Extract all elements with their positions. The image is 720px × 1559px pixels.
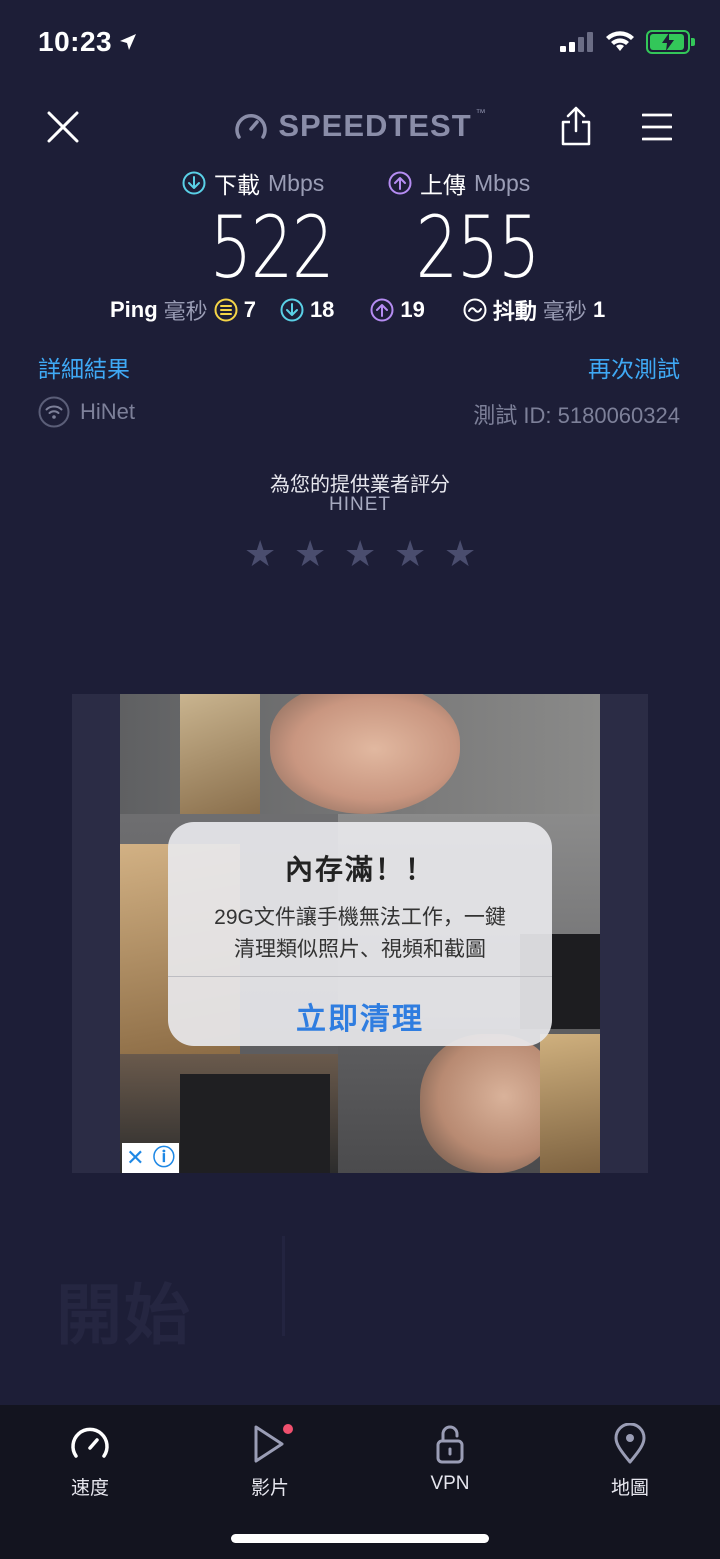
- upload-value: 255: [415, 198, 541, 298]
- battery-icon: [646, 30, 695, 54]
- ad-choices-badge[interactable]: ✕ ⓘ: [122, 1143, 179, 1173]
- location-arrow-icon: [120, 34, 137, 50]
- star-icon[interactable]: ★: [294, 536, 326, 572]
- upload-label: 上傳 Mbps: [388, 166, 530, 200]
- jitter-label: 抖動: [492, 299, 537, 324]
- download-arrow-icon: [182, 171, 206, 195]
- tab-vpn[interactable]: VPN: [390, 1423, 510, 1495]
- ping-label: Ping: [110, 297, 158, 322]
- play-icon: [254, 1424, 293, 1463]
- ad-info-icon[interactable]: ⓘ: [153, 1147, 175, 1169]
- jitter-unit: 毫秒: [542, 299, 587, 324]
- jitter: 抖動 毫秒 1: [463, 294, 605, 326]
- menu-icon[interactable]: [642, 113, 672, 141]
- signal-icon: [560, 32, 593, 52]
- ad-dialog[interactable]: 內存滿！！ 29G文件讓手機無法工作，一鍵 清理類似照片、視頻和截圖 立即清理: [168, 822, 552, 1046]
- ping-idle: Ping 毫秒 7: [110, 294, 256, 326]
- gauge-logo-icon: [235, 114, 268, 139]
- tab-video-label: 影片: [250, 1478, 289, 1499]
- map-pin-icon: [614, 1423, 646, 1464]
- star-icon[interactable]: ★: [244, 536, 276, 572]
- download-ping-icon: [280, 298, 304, 322]
- ad-divider: [168, 976, 552, 977]
- tab-speed-label: 速度: [70, 1478, 109, 1499]
- status-indicators: [560, 30, 695, 54]
- tab-vpn-label: VPN: [430, 1473, 470, 1494]
- download-label: 下載 Mbps: [182, 166, 324, 200]
- share-icon[interactable]: [560, 106, 592, 146]
- speedometer-icon: [71, 1427, 109, 1458]
- go-button-ghost: 開始: [56, 1278, 192, 1352]
- home-indicator[interactable]: [231, 1534, 489, 1543]
- wifi-circle-icon: [38, 396, 70, 428]
- download-value: 522: [209, 198, 335, 298]
- speedtest-logo: SPEEDTEST ™: [0, 108, 720, 144]
- ad-close-icon[interactable]: ✕: [126, 1147, 144, 1169]
- ping-row: Ping 毫秒 7 18 19 抖動 毫秒 1: [110, 294, 610, 326]
- idle-ping-icon: [214, 298, 238, 322]
- upload-arrow-icon: [388, 171, 412, 195]
- ping-download: 18: [280, 297, 334, 323]
- details-link[interactable]: 詳細結果: [38, 350, 130, 384]
- retest-link[interactable]: 再次測試: [588, 350, 680, 384]
- ghost-divider: [282, 1236, 285, 1336]
- ping-unit: 毫秒: [163, 299, 208, 324]
- rating-provider: HINET: [329, 494, 391, 515]
- ping-upload-value: 19: [400, 297, 425, 322]
- wifi-icon: [606, 31, 634, 51]
- star-icon[interactable]: ★: [444, 536, 476, 572]
- star-icon[interactable]: ★: [394, 536, 426, 572]
- ping-idle-value: 7: [243, 297, 256, 322]
- ad-body: 29G文件讓手機無法工作，一鍵 清理類似照片、視頻和截圖: [214, 906, 506, 961]
- lock-icon: [436, 1425, 464, 1464]
- tab-map-label: 地圖: [610, 1478, 649, 1499]
- test-id: 測試 ID: 5180060324: [473, 403, 680, 428]
- tab-video[interactable]: 影片: [210, 1423, 330, 1500]
- rating-title: 為您的提供業者評分: [270, 474, 450, 496]
- jitter-icon: [463, 298, 487, 322]
- provider-info: HiNet: [38, 396, 135, 428]
- ad-title: 內存滿！！: [284, 854, 435, 885]
- status-time: 10:23: [38, 26, 138, 58]
- ping-download-value: 18: [309, 297, 335, 322]
- tab-map[interactable]: 地圖: [570, 1423, 690, 1500]
- ad-clean-button[interactable]: 立即清理: [168, 994, 552, 1038]
- ping-upload: 19: [370, 297, 425, 323]
- provider-name: HiNet: [80, 399, 136, 424]
- rating-stars: ★ ★ ★ ★ ★: [0, 536, 720, 572]
- upload-ping-icon: [370, 298, 394, 322]
- star-icon[interactable]: ★: [344, 536, 376, 572]
- jitter-value: 1: [592, 297, 606, 322]
- tab-speed[interactable]: 速度: [30, 1423, 150, 1500]
